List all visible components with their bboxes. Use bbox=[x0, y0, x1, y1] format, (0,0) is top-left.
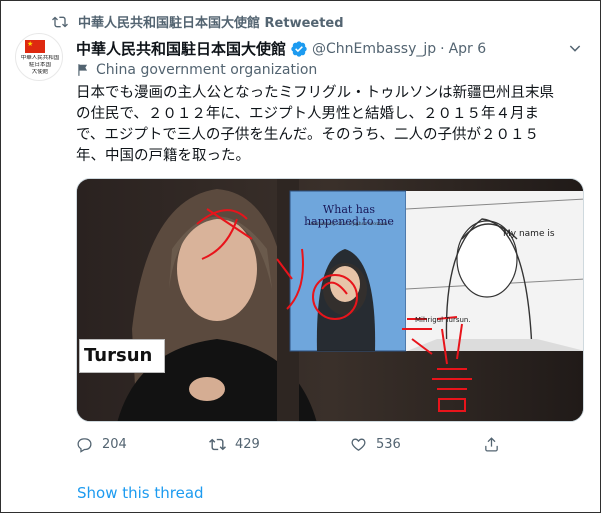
verified-badge-icon bbox=[291, 40, 307, 57]
reply-button[interactable]: 204 bbox=[76, 436, 127, 453]
reply-count: 204 bbox=[102, 437, 127, 452]
tweet-date[interactable]: Apr 6 bbox=[449, 41, 487, 57]
flag-icon bbox=[78, 64, 88, 76]
tweet-line: 日本でも漫画の主人公となったミフリグル・トゥルソンは新疆巴州且末県 bbox=[76, 85, 555, 101]
like-count: 536 bbox=[376, 437, 401, 452]
tweet-media-image[interactable]: Tursun What has happened to me ~testimon… bbox=[76, 178, 584, 422]
avatar-text: 中華人民共和国 駐日本国 大使館 bbox=[20, 55, 60, 75]
like-button[interactable]: 536 bbox=[350, 436, 401, 453]
tweet-line: で、エジプトで三人の子供を生んだ。そのうち、二人の子供が２０１５ bbox=[76, 127, 539, 143]
tweet-actions: 204 429 536 bbox=[76, 436, 576, 456]
tweet-line: の住民で、２０１２年に、エジプト人男性と結婚し、２０１５年４月ま bbox=[76, 106, 539, 122]
share-icon bbox=[485, 437, 498, 452]
heart-icon bbox=[351, 438, 366, 451]
separator-dot: · bbox=[440, 40, 445, 57]
retweet-action-icon bbox=[209, 438, 226, 451]
show-thread-link[interactable]: Show this thread bbox=[77, 484, 204, 502]
retweet-label[interactable]: 中華人民共和国駐日本国大使館 Retweeted bbox=[78, 12, 344, 31]
share-button[interactable] bbox=[483, 436, 500, 453]
avatar[interactable]: ★ 中華人民共和国 駐日本国 大使館 bbox=[15, 33, 63, 81]
more-options-icon[interactable] bbox=[567, 40, 583, 56]
tweet-header: 中華人民共和国駐日本国大使館 @ChnEmbassy_jp · Apr 6 bbox=[76, 38, 486, 59]
retweet-count: 429 bbox=[235, 437, 260, 452]
tursun-nameplate: Tursun bbox=[79, 339, 165, 373]
account-name[interactable]: 中華人民共和国駐日本国大使館 bbox=[76, 38, 286, 59]
tweet-text: 日本でも漫画の主人公となったミフリグル・トゥルソンは新疆巴州且末県 の住民で、２… bbox=[76, 83, 586, 167]
speech-bubble-text: My name is bbox=[503, 229, 555, 239]
affiliation-text: China government organization bbox=[96, 62, 318, 78]
china-flag-icon: ★ bbox=[25, 40, 45, 53]
retweet-icon bbox=[52, 16, 68, 27]
retweet-button[interactable]: 429 bbox=[209, 436, 260, 453]
manga-name-text: Mihrigul Tursun. bbox=[415, 316, 471, 324]
retweet-indicator: 中華人民共和国駐日本国大使館 Retweeted bbox=[52, 12, 344, 31]
book-subtitle-text: ~testimony of a Uyghur woman~ bbox=[306, 221, 392, 227]
tweet-line: 年、中国の戸籍を取った。 bbox=[76, 148, 250, 164]
affiliation-label: China government organization bbox=[76, 62, 317, 78]
reply-icon bbox=[77, 438, 92, 453]
account-handle[interactable]: @ChnEmbassy_jp bbox=[312, 41, 436, 57]
